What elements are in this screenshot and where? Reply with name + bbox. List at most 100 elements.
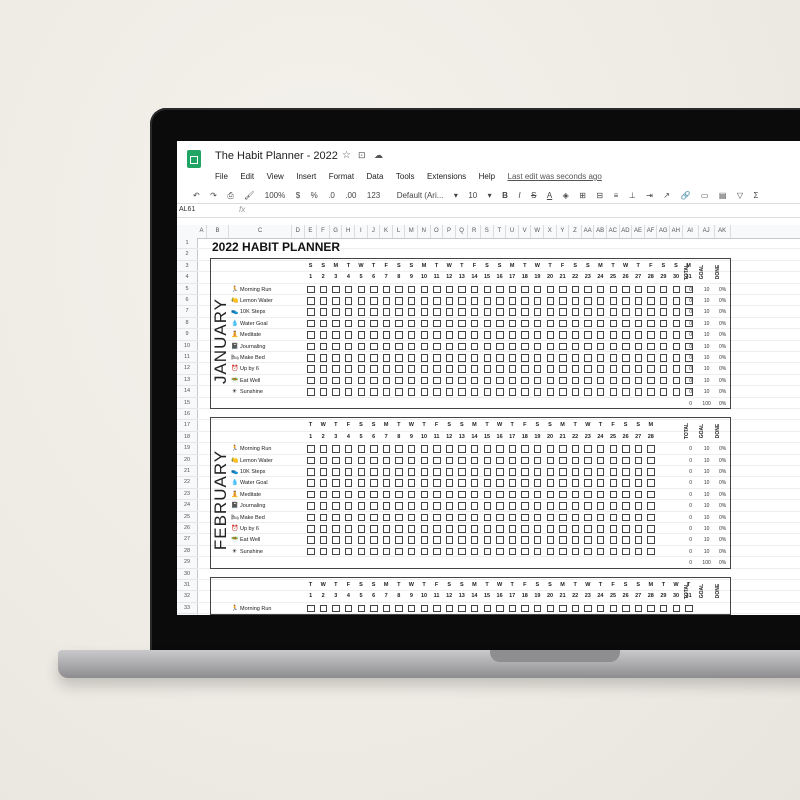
habit-checkbox[interactable] (370, 297, 378, 305)
habit-checkbox[interactable] (559, 456, 567, 465)
habit-checkbox[interactable] (622, 456, 630, 465)
habit-checkbox[interactable] (357, 479, 365, 487)
habit-checkbox[interactable] (634, 490, 643, 499)
column-header[interactable]: G (330, 225, 343, 238)
habit-checkbox[interactable] (521, 388, 529, 396)
habit-checkbox[interactable] (332, 604, 340, 613)
habit-checkbox[interactable] (382, 319, 391, 328)
habit-checkbox[interactable] (483, 479, 491, 487)
habit-checkbox[interactable] (395, 376, 403, 385)
habit-checkbox[interactable] (559, 479, 567, 487)
habit-checkbox[interactable] (559, 502, 567, 510)
habit-checkbox[interactable] (521, 285, 529, 294)
habit-checkbox[interactable] (508, 308, 517, 316)
habit-checkbox[interactable] (622, 445, 630, 453)
habit-checkbox[interactable] (496, 490, 504, 499)
habit-checkbox[interactable] (584, 525, 592, 533)
habit-checkbox[interactable] (584, 502, 592, 510)
habit-checkbox[interactable] (546, 502, 554, 510)
habit-checkbox[interactable] (433, 468, 441, 476)
habit-checkbox[interactable] (584, 319, 592, 328)
habit-checkbox[interactable] (458, 502, 466, 510)
habit-checkbox[interactable] (332, 319, 340, 328)
habit-checkbox[interactable] (559, 308, 567, 316)
habit-checkbox[interactable] (571, 479, 580, 487)
habit-checkbox[interactable] (496, 513, 504, 522)
habit-checkbox[interactable] (622, 479, 630, 487)
functions-icon[interactable]: Σ (754, 191, 759, 200)
column-header[interactable]: W (531, 225, 544, 238)
habit-checkbox[interactable] (521, 445, 529, 453)
habit-checkbox[interactable] (508, 547, 517, 556)
column-header[interactable]: AB (594, 225, 607, 238)
habit-checkbox[interactable] (571, 513, 580, 522)
habit-checkbox[interactable] (470, 445, 479, 453)
menu-tools[interactable]: Tools (396, 172, 415, 181)
habit-checkbox[interactable] (622, 536, 630, 544)
menu-data[interactable]: Data (367, 172, 384, 181)
habit-checkbox[interactable] (470, 525, 479, 533)
habit-checkbox[interactable] (521, 513, 529, 522)
habit-checkbox[interactable] (458, 285, 466, 294)
habit-checkbox[interactable] (420, 365, 428, 373)
habit-checkbox[interactable] (433, 456, 441, 465)
menu-help[interactable]: Help (479, 172, 495, 181)
habit-checkbox[interactable] (533, 445, 542, 453)
habit-checkbox[interactable] (596, 342, 605, 351)
habit-checkbox[interactable] (483, 297, 491, 305)
habit-checkbox[interactable] (634, 308, 643, 316)
habit-checkbox[interactable] (382, 365, 391, 373)
habit-checkbox[interactable] (458, 376, 466, 385)
row-header[interactable]: 2 (177, 249, 197, 261)
habit-checkbox[interactable] (496, 342, 504, 351)
habit-checkbox[interactable] (370, 388, 378, 396)
column-header[interactable]: O (431, 225, 444, 238)
habit-checkbox[interactable] (685, 604, 693, 613)
habit-checkbox[interactable] (382, 388, 391, 396)
habit-checkbox[interactable] (307, 525, 315, 533)
habit-checkbox[interactable] (609, 285, 617, 294)
habit-checkbox[interactable] (382, 502, 391, 510)
row-header[interactable]: 27 (177, 534, 197, 546)
habit-checkbox[interactable] (596, 536, 605, 544)
habit-checkbox[interactable] (445, 319, 454, 328)
habit-checkbox[interactable] (445, 468, 454, 476)
habit-checkbox[interactable] (521, 479, 529, 487)
habit-checkbox[interactable] (470, 376, 479, 385)
habit-checkbox[interactable] (571, 536, 580, 544)
habit-checkbox[interactable] (370, 354, 378, 362)
habit-checkbox[interactable] (382, 604, 391, 613)
habit-checkbox[interactable] (533, 354, 542, 362)
habit-checkbox[interactable] (672, 354, 680, 362)
habit-checkbox[interactable] (344, 456, 353, 465)
habit-checkbox[interactable] (609, 342, 617, 351)
text-color-button[interactable]: A (547, 191, 552, 200)
habit-checkbox[interactable] (609, 319, 617, 328)
habit-checkbox[interactable] (559, 365, 567, 373)
habit-checkbox[interactable] (395, 354, 403, 362)
habit-checkbox[interactable] (483, 342, 491, 351)
habit-checkbox[interactable] (559, 331, 567, 339)
habit-checkbox[interactable] (433, 547, 441, 556)
habit-checkbox[interactable] (533, 479, 542, 487)
habit-checkbox[interactable] (533, 342, 542, 351)
row-header[interactable]: 13 (177, 375, 197, 387)
habit-checkbox[interactable] (508, 331, 517, 339)
habit-checkbox[interactable] (395, 285, 403, 294)
habit-checkbox[interactable] (546, 525, 554, 533)
habit-checkbox[interactable] (634, 456, 643, 465)
habit-checkbox[interactable] (420, 354, 428, 362)
habit-checkbox[interactable] (344, 308, 353, 316)
column-header[interactable]: AJ (699, 225, 715, 238)
habit-checkbox[interactable] (370, 547, 378, 556)
habit-checkbox[interactable] (319, 297, 328, 305)
habit-checkbox[interactable] (357, 297, 365, 305)
habit-checkbox[interactable] (470, 547, 479, 556)
habit-checkbox[interactable] (458, 525, 466, 533)
zoom-select[interactable]: 100% (265, 191, 285, 200)
habit-checkbox[interactable] (470, 502, 479, 510)
habit-checkbox[interactable] (584, 388, 592, 396)
habit-checkbox[interactable] (344, 297, 353, 305)
habit-checkbox[interactable] (596, 308, 605, 316)
habit-checkbox[interactable] (596, 331, 605, 339)
